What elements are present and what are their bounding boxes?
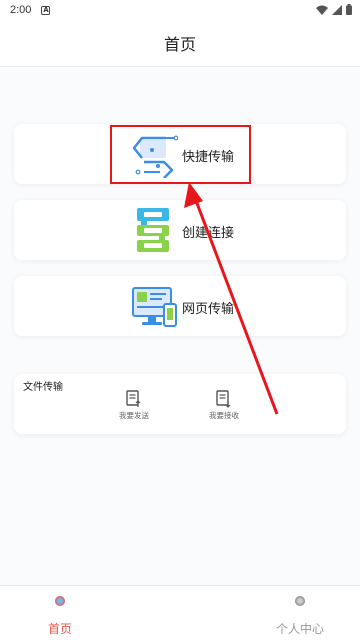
send-file-button[interactable]: 我要发送 [104, 390, 164, 421]
server-stack-icon [137, 208, 169, 252]
title-bar: 首页 [0, 20, 360, 67]
app-notification-icon: A [41, 5, 51, 15]
send-file-label: 我要发送 [119, 411, 149, 420]
battery-icon [346, 4, 352, 15]
status-icons [316, 4, 352, 15]
nav-home-label: 首页 [47, 622, 72, 636]
nav-home[interactable]: 首页 [20, 596, 100, 637]
web-transfer-card[interactable]: 网页传输 [14, 276, 346, 336]
signal-icon [332, 4, 342, 15]
file-transfer-heading: 文件传输 [23, 382, 63, 393]
receive-document-icon [216, 390, 231, 408]
send-document-icon [126, 390, 141, 407]
file-transfer-section: 文件传输 我要发送 我要接收 [14, 374, 346, 434]
create-connection-label: 创建连接 [182, 226, 235, 241]
receive-file-label: 我要接收 [209, 411, 239, 420]
nav-profile-label: 个人中心 [275, 622, 324, 636]
desktop-phone-icon [132, 287, 177, 327]
profile-icon [295, 596, 305, 606]
receive-file-button[interactable]: 我要接收 [194, 390, 254, 421]
annotation-highlight-box [110, 125, 251, 184]
web-transfer-label: 网页传输 [182, 302, 235, 317]
status-bar: 2:00 A [0, 0, 360, 20]
page-title: 首页 [163, 35, 196, 54]
wifi-icon [316, 5, 328, 15]
nav-profile[interactable]: 个人中心 [260, 596, 340, 637]
home-icon [55, 596, 65, 606]
status-time: 2:00 [10, 4, 32, 16]
bottom-nav: 首页 个人中心 [0, 585, 360, 640]
create-connection-card[interactable]: 创建连接 [14, 200, 346, 260]
